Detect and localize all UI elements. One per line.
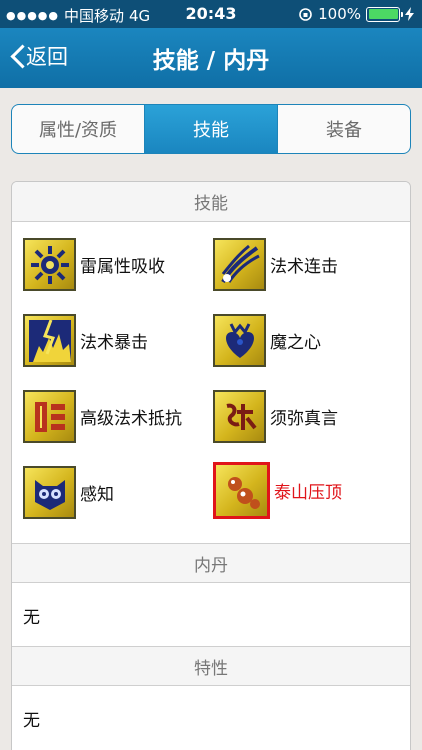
skill-label: 须弥真言: [270, 409, 338, 429]
battery-percent: 100%: [318, 5, 361, 23]
skill-label: 泰山压顶: [274, 483, 342, 503]
traits-section-header: 特性: [12, 646, 410, 686]
neidan-section-header: 内丹: [12, 543, 410, 583]
thunder-absorb-icon: [23, 238, 76, 291]
skill-label: 雷属性吸收: [80, 257, 165, 277]
tab-equipment[interactable]: 装备: [277, 105, 410, 153]
skill-label: 魔之心: [270, 333, 321, 353]
tab-bar: 属性/资质 技能 装备: [11, 104, 411, 154]
charging-bolt-icon: [405, 7, 414, 21]
orientation-lock-icon: [299, 7, 312, 21]
spell-resist-icon: [23, 390, 76, 443]
tab-attributes[interactable]: 属性/资质: [12, 105, 144, 153]
battery-icon: [366, 6, 403, 22]
skill-spell-crit[interactable]: 法术暴击: [23, 314, 148, 367]
skill-label: 感知: [80, 485, 114, 505]
mantra-icon: [213, 390, 266, 443]
content-card: 技能 雷属性吸收 法术连击 法术暴击 魔之心 高级法术抵抗 须弥真言 感知 泰山…: [11, 181, 411, 750]
skill-spell-combo[interactable]: 法术连击: [213, 238, 338, 291]
status-right: 100%: [298, 5, 414, 23]
perception-icon: [23, 466, 76, 519]
demon-heart-icon: [213, 314, 266, 367]
skills-grid: 雷属性吸收 法术连击 法术暴击 魔之心 高级法术抵抗 须弥真言 感知 泰山压顶: [12, 223, 410, 543]
spell-crit-icon: [23, 314, 76, 367]
status-bar: ●●●●● 中国移动 4G 20:43 100%: [0, 0, 422, 28]
skill-demon-heart[interactable]: 魔之心: [213, 314, 321, 367]
battery-fill: [368, 9, 398, 19]
skill-label: 法术暴击: [80, 333, 148, 353]
mountain-crush-icon: [213, 462, 270, 519]
skill-label: 高级法术抵抗: [80, 409, 182, 429]
skill-thunder-absorb[interactable]: 雷属性吸收: [23, 238, 165, 291]
navigation-bar: 返回 技能 / 内丹: [0, 28, 422, 88]
skill-perception[interactable]: 感知: [23, 466, 114, 519]
spell-combo-icon: [213, 238, 266, 291]
skills-section-header: 技能: [12, 182, 410, 222]
skill-spell-resist[interactable]: 高级法术抵抗: [23, 390, 182, 443]
tab-skills[interactable]: 技能: [144, 105, 277, 153]
traits-value: 无: [23, 710, 40, 731]
skill-mountain-crush[interactable]: 泰山压顶: [213, 462, 342, 519]
skill-mantra[interactable]: 须弥真言: [213, 390, 338, 443]
page-title: 技能 / 内丹: [152, 48, 270, 74]
neidan-value: 无: [23, 607, 40, 628]
skill-label: 法术连击: [270, 257, 338, 277]
